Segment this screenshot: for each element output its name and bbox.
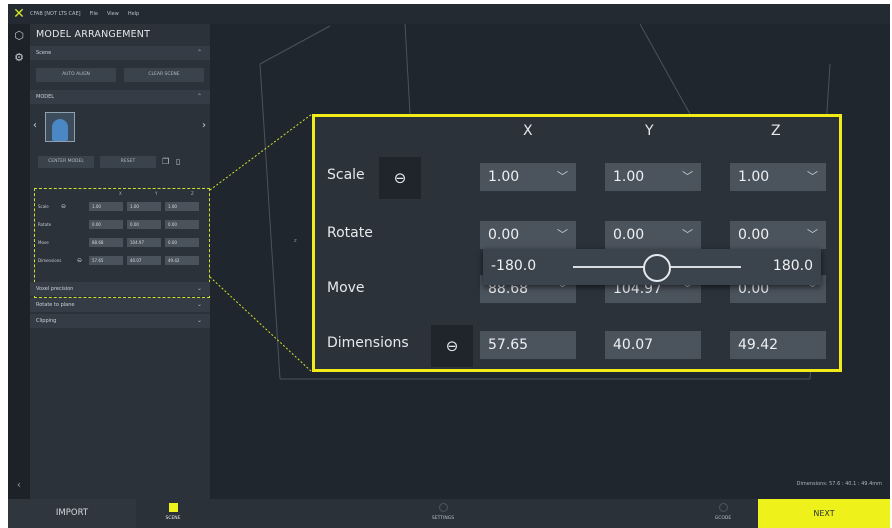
- import-button[interactable]: IMPORT: [8, 499, 136, 528]
- scale-x-value: 1.00: [488, 169, 520, 185]
- header-x: X: [523, 123, 533, 139]
- next-button[interactable]: NEXT: [758, 499, 890, 528]
- chevron-down-icon: ﹀: [807, 170, 818, 183]
- chevron-down-icon: ﹀: [682, 228, 693, 241]
- step-settings-label: SETTINGS: [431, 516, 455, 521]
- step-scene[interactable]: SCENE: [138, 499, 208, 528]
- step-scene-label: SCENE: [165, 516, 181, 521]
- chevron-down-icon: ﹀: [807, 228, 818, 241]
- scene-step-icon: [168, 503, 178, 512]
- dimension-x-field[interactable]: 57.65: [480, 331, 576, 359]
- slider-max-label: 180.0: [772, 258, 813, 274]
- chevron-down-icon: ﹀: [557, 228, 568, 241]
- scale-link-icon[interactable]: ⊖: [379, 157, 421, 199]
- rotate-x-select[interactable]: 0.00 ﹀: [480, 221, 576, 249]
- dimensions-link-icon[interactable]: ⊖: [431, 325, 473, 367]
- gcode-step-icon: [718, 503, 728, 512]
- scale-label: Scale: [327, 167, 365, 183]
- scale-x-select[interactable]: 1.00 ﹀: [480, 163, 576, 191]
- dimensions-label: Dimensions: [327, 335, 409, 351]
- rotate-slider-popup[interactable]: -180.0 180.0: [483, 249, 821, 285]
- transform-zoom-panel: X Y Z Scale ⊖ 1.00 ﹀ 1.00 ﹀ 1.00 ﹀ Rotate 0…: [312, 114, 842, 372]
- rotate-y-value: 0.00: [613, 227, 645, 243]
- rotate-z-value: 0.00: [738, 227, 770, 243]
- slider-min-label: -180.0: [491, 258, 537, 274]
- dimension-z-field[interactable]: 49.42: [730, 331, 826, 359]
- rotate-y-select[interactable]: 0.00 ﹀: [605, 221, 701, 249]
- slider-knob[interactable]: [643, 254, 671, 282]
- rotate-x-value: 0.00: [488, 227, 520, 243]
- rotate-label: Rotate: [327, 225, 373, 241]
- chevron-down-icon: ﹀: [682, 170, 693, 183]
- header-z: Z: [771, 123, 781, 139]
- scale-y-value: 1.00: [613, 169, 645, 185]
- chevron-down-icon: ﹀: [557, 170, 568, 183]
- bottom-bar: IMPORT SCENE SETTINGS GCODE NEXT: [8, 499, 890, 528]
- rotate-z-select[interactable]: 0.00 ﹀: [730, 221, 826, 249]
- scale-z-select[interactable]: 1.00 ﹀: [730, 163, 826, 191]
- step-gcode-label: GCODE: [714, 516, 732, 521]
- step-gcode[interactable]: GCODE: [688, 499, 758, 528]
- step-settings[interactable]: SETTINGS: [408, 499, 478, 528]
- settings-step-icon: [438, 503, 448, 512]
- header-y: Y: [645, 123, 654, 139]
- scale-z-value: 1.00: [738, 169, 770, 185]
- dimension-y-field[interactable]: 40.07: [605, 331, 701, 359]
- scale-y-select[interactable]: 1.00 ﹀: [605, 163, 701, 191]
- move-label: Move: [327, 280, 365, 296]
